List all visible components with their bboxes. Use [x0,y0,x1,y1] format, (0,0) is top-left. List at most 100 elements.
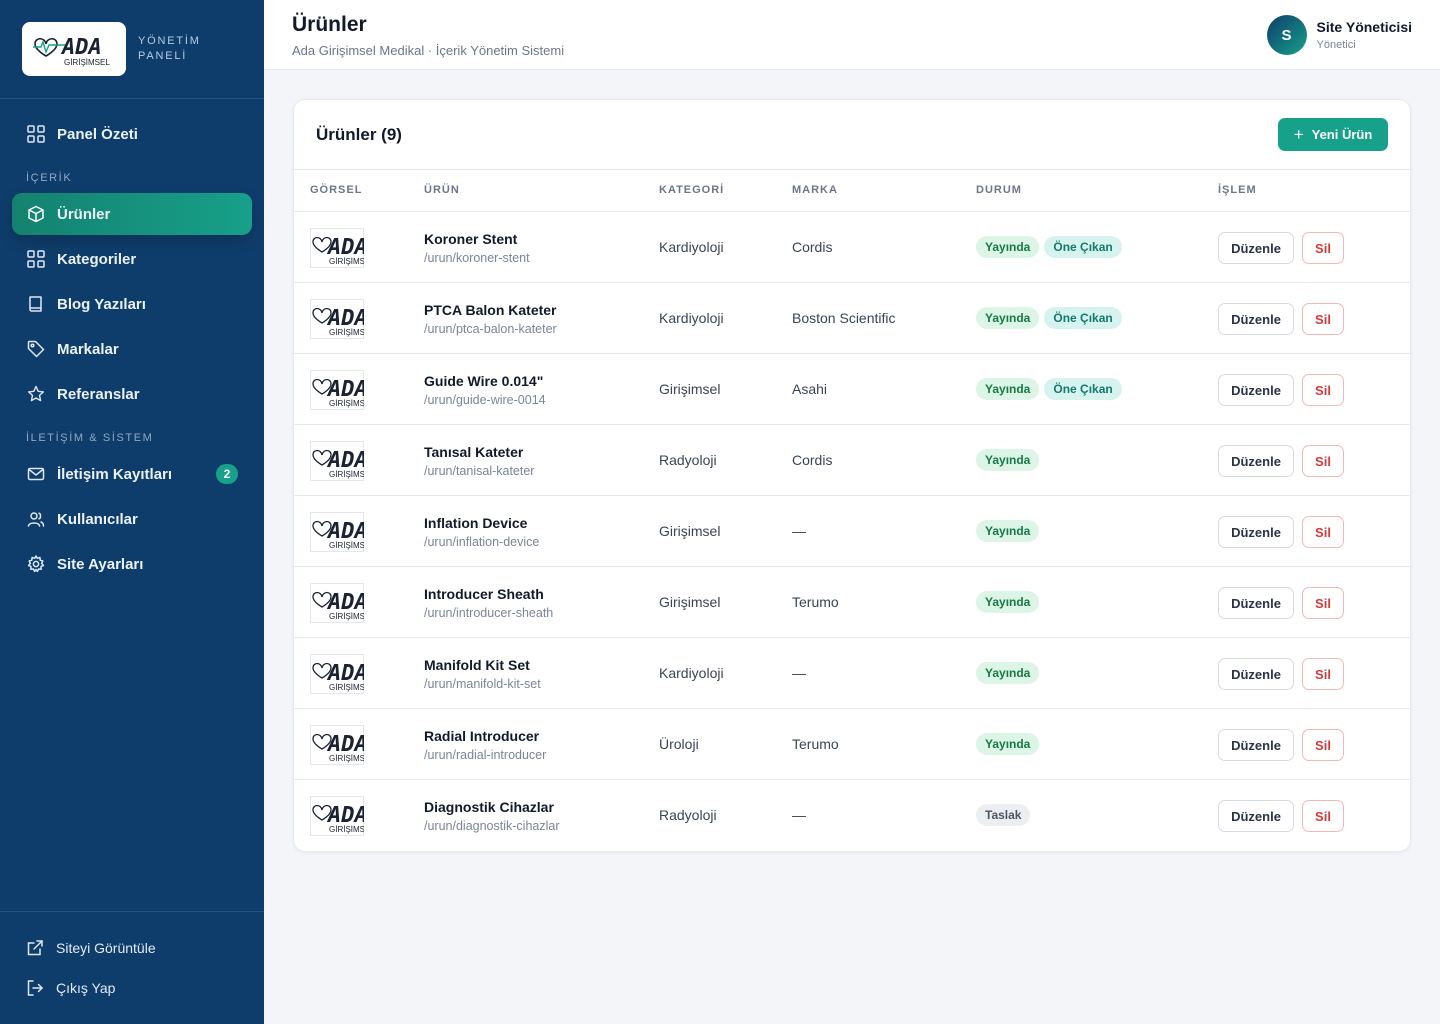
new-product-button[interactable]: + Yeni Ürün [1278,118,1388,151]
table-row[interactable]: ADAGİRİŞİMSEL Inflation Device/urun/infla… [294,496,1410,567]
row-actions: Düzenle Sil [1218,729,1344,761]
published-badge: Yayında [976,449,1040,471]
product-thumbnail: ADAGİRİŞİMSEL [310,796,375,836]
product-status: Yayında [976,449,1044,471]
edit-button[interactable]: Düzenle [1218,374,1294,406]
product-thumbnail: ADAGİRİŞİMSEL [310,370,375,410]
sidebar-item-blog-yazilari[interactable]: Blog Yazıları [12,283,252,325]
logo[interactable]: ADA GİRİŞİMSEL [22,22,126,76]
table-row[interactable]: ADAGİRİŞİMSEL Manifold Kit Set/urun/manif… [294,638,1410,709]
product-thumbnail: ADAGİRİŞİMSEL [310,299,375,339]
svg-text:GİRİŞİMSEL: GİRİŞİMSEL [329,257,364,266]
book-icon [26,294,46,314]
edit-button[interactable]: Düzenle [1218,516,1294,548]
table-row[interactable]: ADAGİRİŞİMSEL PTCA Balon Kateter/urun/ptc… [294,283,1410,354]
published-badge: Yayında [976,733,1040,755]
product-thumbnail: ADAGİRİŞİMSEL [310,583,375,623]
table-row[interactable]: ADAGİRİŞİMSEL Guide Wire 0.014" /urun/guid… [294,354,1410,425]
sidebar-item-kategoriler[interactable]: Kategoriler [12,238,252,280]
product-category: Girişimsel [659,523,721,539]
delete-button[interactable]: Sil [1302,232,1344,264]
sidebar-item-referanslar[interactable]: Referanslar [12,373,252,415]
delete-button[interactable]: Sil [1302,800,1344,832]
sidebar-item-label: Blog Yazıları [57,295,146,313]
svg-text:GİRİŞİMSEL: GİRİŞİMSEL [329,754,364,763]
delete-button[interactable]: Sil [1302,303,1344,335]
column-header-marka: MARKA [792,184,838,196]
external-link-icon [26,939,46,957]
delete-button[interactable]: Sil [1302,516,1344,548]
delete-button[interactable]: Sil [1302,658,1344,690]
product-slug: /urun/ptca-balon-kateter [424,322,557,336]
product-slug: /urun/tanisal-kateter [424,464,535,478]
product-slug: /urun/introducer-sheath [424,606,554,620]
product-slug: /urun/diagnostik-cihazlar [424,819,560,833]
logout-link[interactable]: Çıkış Yap [26,968,264,1008]
user-menu[interactable]: S Site Yöneticisi Yönetici [1266,15,1412,55]
sidebar: ADA GİRİŞİMSEL YÖNETİM PANELİ Panel Özet… [0,0,264,1024]
table-row[interactable]: ADAGİRİŞİMSEL Radial Introducer/urun/radi… [294,709,1410,780]
edit-button[interactable]: Düzenle [1218,729,1294,761]
published-badge: Yayında [976,378,1040,400]
sidebar-footer: Siteyi Görüntüle Çıkış Yap [0,911,264,1024]
grid-icon [26,249,46,269]
delete-button[interactable]: Sil [1302,445,1344,477]
product-name: Manifold Kit Set [424,657,530,673]
table-row[interactable]: ADAGİRİŞİMSEL Introducer Sheath/urun/intr… [294,567,1410,638]
product-category: Kardiyoloji [659,239,724,255]
featured-badge: Öne Çıkan [1044,307,1122,329]
logout-icon [26,979,46,997]
product-name: Koroner Stent [424,231,518,247]
delete-button[interactable]: Sil [1302,374,1344,406]
sidebar-item-panel-ozeti[interactable]: Panel Özeti [12,113,252,155]
edit-button[interactable]: Düzenle [1218,445,1294,477]
product-name: Radial Introducer [424,728,540,744]
svg-text:GİRİŞİMSEL: GİRİŞİMSEL [64,58,110,67]
sidebar-item-markalar[interactable]: Markalar [12,328,252,370]
edit-button[interactable]: Düzenle [1218,303,1294,335]
table-row[interactable]: ADAGİRİŞİMSEL Diagnostik Cihazlar/urun/di… [294,780,1410,851]
column-header-gorsel: GÖRSEL [310,184,363,196]
sidebar-item-label: Kullanıcılar [57,510,138,528]
avatar: S [1266,15,1307,55]
sidebar-nav: Panel Özeti İÇERİK Ürünler Kategoriler B… [0,99,264,585]
delete-button[interactable]: Sil [1302,587,1344,619]
product-category: Radyoloji [659,807,717,823]
sidebar-item-urunler[interactable]: Ürünler [12,193,252,235]
product-brand: Terumo [792,736,839,752]
draft-badge: Taslak [976,804,1031,826]
page-subtitle: Ada Girişimsel Medikal · İçerik Yönetim … [292,43,565,58]
edit-button[interactable]: Düzenle [1218,587,1294,619]
view-site-link[interactable]: Siteyi Görüntüle [26,928,264,968]
users-icon [26,509,46,529]
product-slug: /urun/inflation-device [424,535,540,549]
published-badge: Yayında [976,520,1040,542]
product-category: Girişimsel [659,381,721,397]
unread-count-badge: 2 [216,464,238,484]
edit-button[interactable]: Düzenle [1218,658,1294,690]
sidebar-item-site-ayarlari[interactable]: Site Ayarları [12,543,252,585]
svg-text:GİRİŞİMSEL: GİRİŞİMSEL [329,470,364,479]
user-role: Yönetici [1316,39,1356,51]
box-icon [26,204,46,224]
sidebar-item-label: Panel Özeti [57,125,138,143]
product-thumbnail: ADAGİRİŞİMSEL [310,228,375,268]
sidebar-item-kullanicilar[interactable]: Kullanıcılar [12,498,252,540]
published-badge: Yayında [976,591,1040,613]
edit-button[interactable]: Düzenle [1218,232,1294,264]
product-slug: /urun/koroner-stent [424,251,530,265]
top-header: Ürünler Ada Girişimsel Medikal · İçerik … [264,0,1440,70]
table-row[interactable]: ADAGİRİŞİMSEL Koroner Stent/urun/koroner-… [294,212,1410,283]
table-row[interactable]: ADAGİRİŞİMSEL Tanısal Kateter/urun/tanisa… [294,425,1410,496]
new-product-label: Yeni Ürün [1311,127,1373,142]
delete-button[interactable]: Sil [1302,729,1344,761]
panel-label-line2: PANELİ [138,50,188,62]
product-category: Radyoloji [659,452,717,468]
products-card: Ürünler (9) + Yeni Ürün GÖRSEL ÜRÜN KATE… [293,99,1411,852]
sidebar-item-iletisim-kayitlari[interactable]: İletişim Kayıtları 2 [12,453,252,495]
product-category: Girişimsel [659,594,721,610]
nav-section-iletisim-sistem: İLETİŞİM & SİSTEM [26,432,154,444]
brand: ADA GİRİŞİMSEL YÖNETİM PANELİ [0,0,264,99]
product-name: Introducer Sheath [424,586,544,602]
edit-button[interactable]: Düzenle [1218,800,1294,832]
